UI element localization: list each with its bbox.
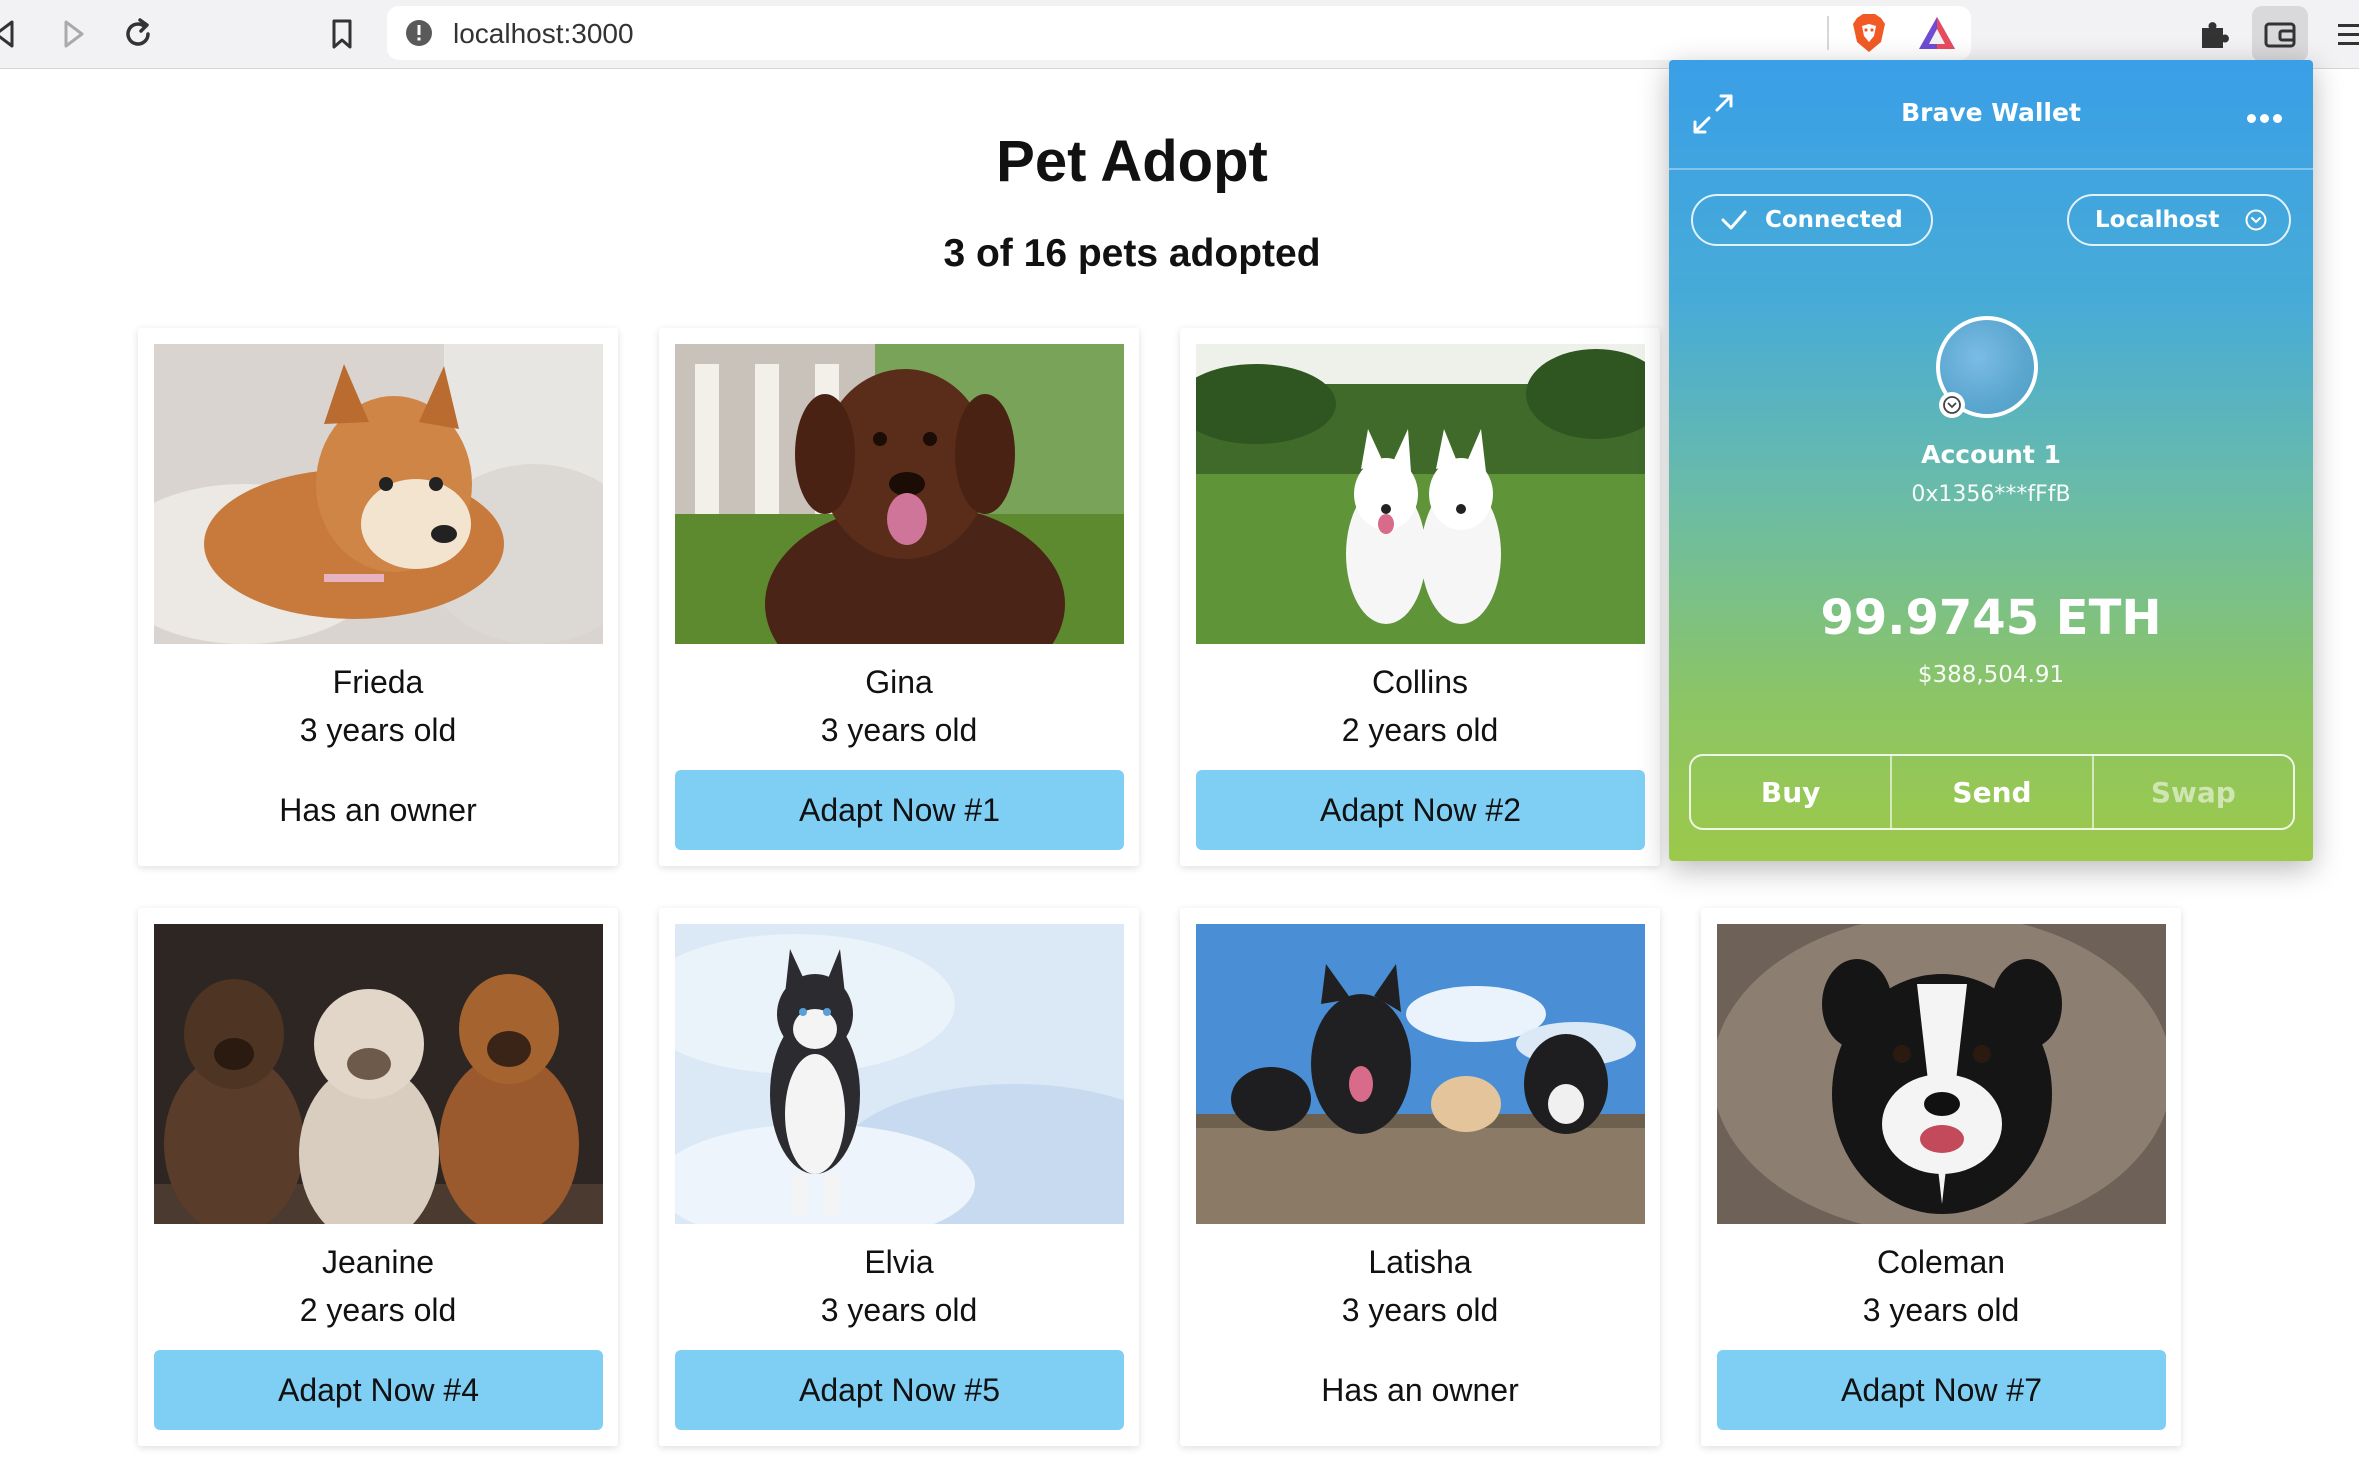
adopt-button[interactable]: Adapt Now #7 <box>1717 1350 2166 1430</box>
adopt-button[interactable]: Adapt Now #5 <box>675 1350 1124 1430</box>
adopt-button[interactable]: Adapt Now #4 <box>154 1350 603 1430</box>
pet-photo <box>675 924 1124 1224</box>
back-icon[interactable] <box>0 14 26 54</box>
pet-age: 3 years old <box>299 712 457 748</box>
send-button[interactable]: Send <box>1890 756 2091 828</box>
wallet-title: Brave Wallet <box>1901 98 2081 127</box>
pet-name: Frieda <box>332 664 424 700</box>
pet-age: 2 years old <box>1341 712 1499 748</box>
eth-balance: 99.9745 ETH <box>1820 590 2162 646</box>
usd-balance: $388,504.91 <box>1917 662 2065 688</box>
network-label: Localhost <box>2095 207 2220 233</box>
pet-photo <box>1717 924 2166 1224</box>
menu-icon[interactable] <box>2330 14 2359 54</box>
address-bar[interactable]: localhost:3000 <box>387 6 1971 60</box>
reload-icon[interactable] <box>118 14 158 54</box>
wallet-actions: Buy Send Swap <box>1689 754 2295 830</box>
owner-status: Has an owner <box>279 792 477 828</box>
pet-card: Jeanine 2 years old Adapt Now #4 <box>138 908 618 1446</box>
pet-card: Elvia 3 years old Adapt Now #5 <box>659 908 1139 1446</box>
pet-card: Coleman 3 years old Adapt Now #7 <box>1701 908 2181 1446</box>
adopt-button[interactable]: Adapt Now #2 <box>1196 770 1645 850</box>
check-icon <box>1721 210 1747 230</box>
wallet-icon <box>2264 22 2296 48</box>
network-selector[interactable]: Localhost <box>2067 194 2291 246</box>
connected-status-button[interactable]: Connected <box>1691 194 1933 246</box>
bookmark-icon[interactable] <box>322 14 362 54</box>
buy-button[interactable]: Buy <box>1691 756 1890 828</box>
pet-name: Elvia <box>864 1244 934 1280</box>
browser-toolbar: localhost:3000 <box>0 0 2359 69</box>
brave-shields-icon[interactable] <box>1849 12 1889 54</box>
pet-name: Coleman <box>1876 1244 2006 1280</box>
wallet-header: Brave Wallet <box>1669 60 2313 170</box>
pet-name: Jeanine <box>321 1244 435 1280</box>
account-switch-icon[interactable] <box>1939 392 1965 418</box>
pet-card: Collins 2 years old Adapt Now #2 <box>1180 328 1660 866</box>
pet-card: Frieda 3 years old Has an owner <box>138 328 618 866</box>
url-divider <box>1827 16 1829 50</box>
pet-age: 3 years old <box>1341 1292 1499 1328</box>
pet-name: Gina <box>865 664 933 700</box>
chevron-down-icon <box>2245 209 2267 231</box>
swap-button[interactable]: Swap <box>2091 756 2293 828</box>
forward-icon[interactable] <box>52 14 92 54</box>
url-text[interactable]: localhost:3000 <box>453 18 634 50</box>
pet-name: Collins <box>1371 664 1469 700</box>
account-name: Account 1 <box>1921 440 2061 469</box>
pet-age: 3 years old <box>820 1292 978 1328</box>
wallet-popup: Brave Wallet Connected Localhost Account… <box>1669 60 2313 861</box>
extensions-icon[interactable] <box>2194 14 2234 54</box>
pet-age: 2 years old <box>299 1292 457 1328</box>
pet-photo <box>1196 924 1645 1224</box>
pet-photo <box>1196 344 1645 644</box>
adopt-button[interactable]: Adapt Now #1 <box>675 770 1124 850</box>
brave-rewards-icon[interactable] <box>1917 14 1957 52</box>
wallet-toolbar-button[interactable] <box>2252 6 2308 62</box>
connected-label: Connected <box>1765 207 1903 233</box>
pet-name: Latisha <box>1368 1244 1472 1280</box>
pet-card: Latisha 3 years old Has an owner <box>1180 908 1660 1446</box>
more-options-icon[interactable] <box>2247 108 2286 127</box>
pet-age: 3 years old <box>820 712 978 748</box>
owner-status: Has an owner <box>1321 1372 1519 1408</box>
pet-photo <box>154 924 603 1224</box>
pet-photo <box>154 344 603 644</box>
site-info-icon[interactable] <box>405 19 433 47</box>
account-address[interactable]: 0x1356***fFfB <box>1669 482 2313 507</box>
pet-age: 3 years old <box>1862 1292 2020 1328</box>
pet-photo <box>675 344 1124 644</box>
pet-card: Gina 3 years old Adapt Now #1 <box>659 328 1139 866</box>
